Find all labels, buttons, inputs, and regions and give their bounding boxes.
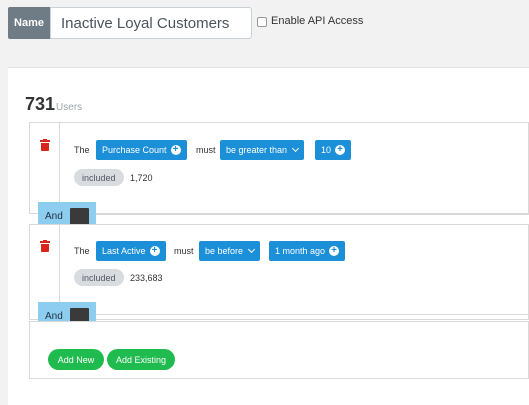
operator-label: be greater than [226,145,288,155]
rule-must-text: must [174,246,194,256]
enable-api-label[interactable]: Enable API Access [271,15,363,27]
trash-icon[interactable] [40,240,50,253]
user-count-value: 731 [25,94,56,114]
included-badge: included [74,169,124,186]
field-label: Purchase Count [102,145,167,155]
operator-label: be before [205,246,244,256]
chevron-down-icon [247,245,256,254]
user-count: 731Users [25,94,82,115]
add-existing-button[interactable]: Add Existing [107,349,175,370]
plus-circle-icon: + [329,246,340,256]
field-select-purchase-count[interactable]: Purchase Count + [96,140,187,160]
rule-divider [59,123,60,213]
value-select[interactable]: 1 month ago + [269,241,346,261]
included-count: 1,720 [130,173,153,183]
rule-must-text: must [196,145,216,155]
operator-select[interactable]: be greater than [220,140,305,160]
rule-the-text: The [74,246,90,256]
operator-select[interactable]: be before [199,241,261,261]
included-badge: included [74,269,124,286]
actions-block: Add New Add Existing [29,321,529,379]
rule-the-text: The [74,145,90,155]
name-label: Name [8,7,50,39]
and-label: And [45,211,63,222]
segment-panel: 731Users The Purchase Count + must be gre… [8,67,529,405]
connector-line [96,214,529,215]
chevron-down-icon [292,144,300,153]
value-label: 10 [321,145,332,155]
connector-line [96,314,529,315]
user-count-unit: Users [56,102,83,113]
plus-circle-icon: + [335,145,346,155]
plus-circle-icon: + [170,145,181,155]
trash-icon[interactable] [40,139,50,152]
value-select[interactable]: 10 + [315,140,352,160]
add-new-button[interactable]: Add New [48,349,104,370]
plus-circle-icon: + [149,246,160,256]
value-label: 1 month ago [275,246,326,256]
segment-name-input[interactable] [50,7,252,39]
rule-block-2: The Last Active + must be before 1 month … [29,224,529,320]
included-count: 233,683 [130,273,163,283]
rule-block-1: The Purchase Count + must be greater than… [29,122,529,214]
field-select-last-active[interactable]: Last Active + [96,241,166,261]
enable-api-checkbox[interactable] [257,17,267,27]
field-label: Last Active [102,246,146,256]
